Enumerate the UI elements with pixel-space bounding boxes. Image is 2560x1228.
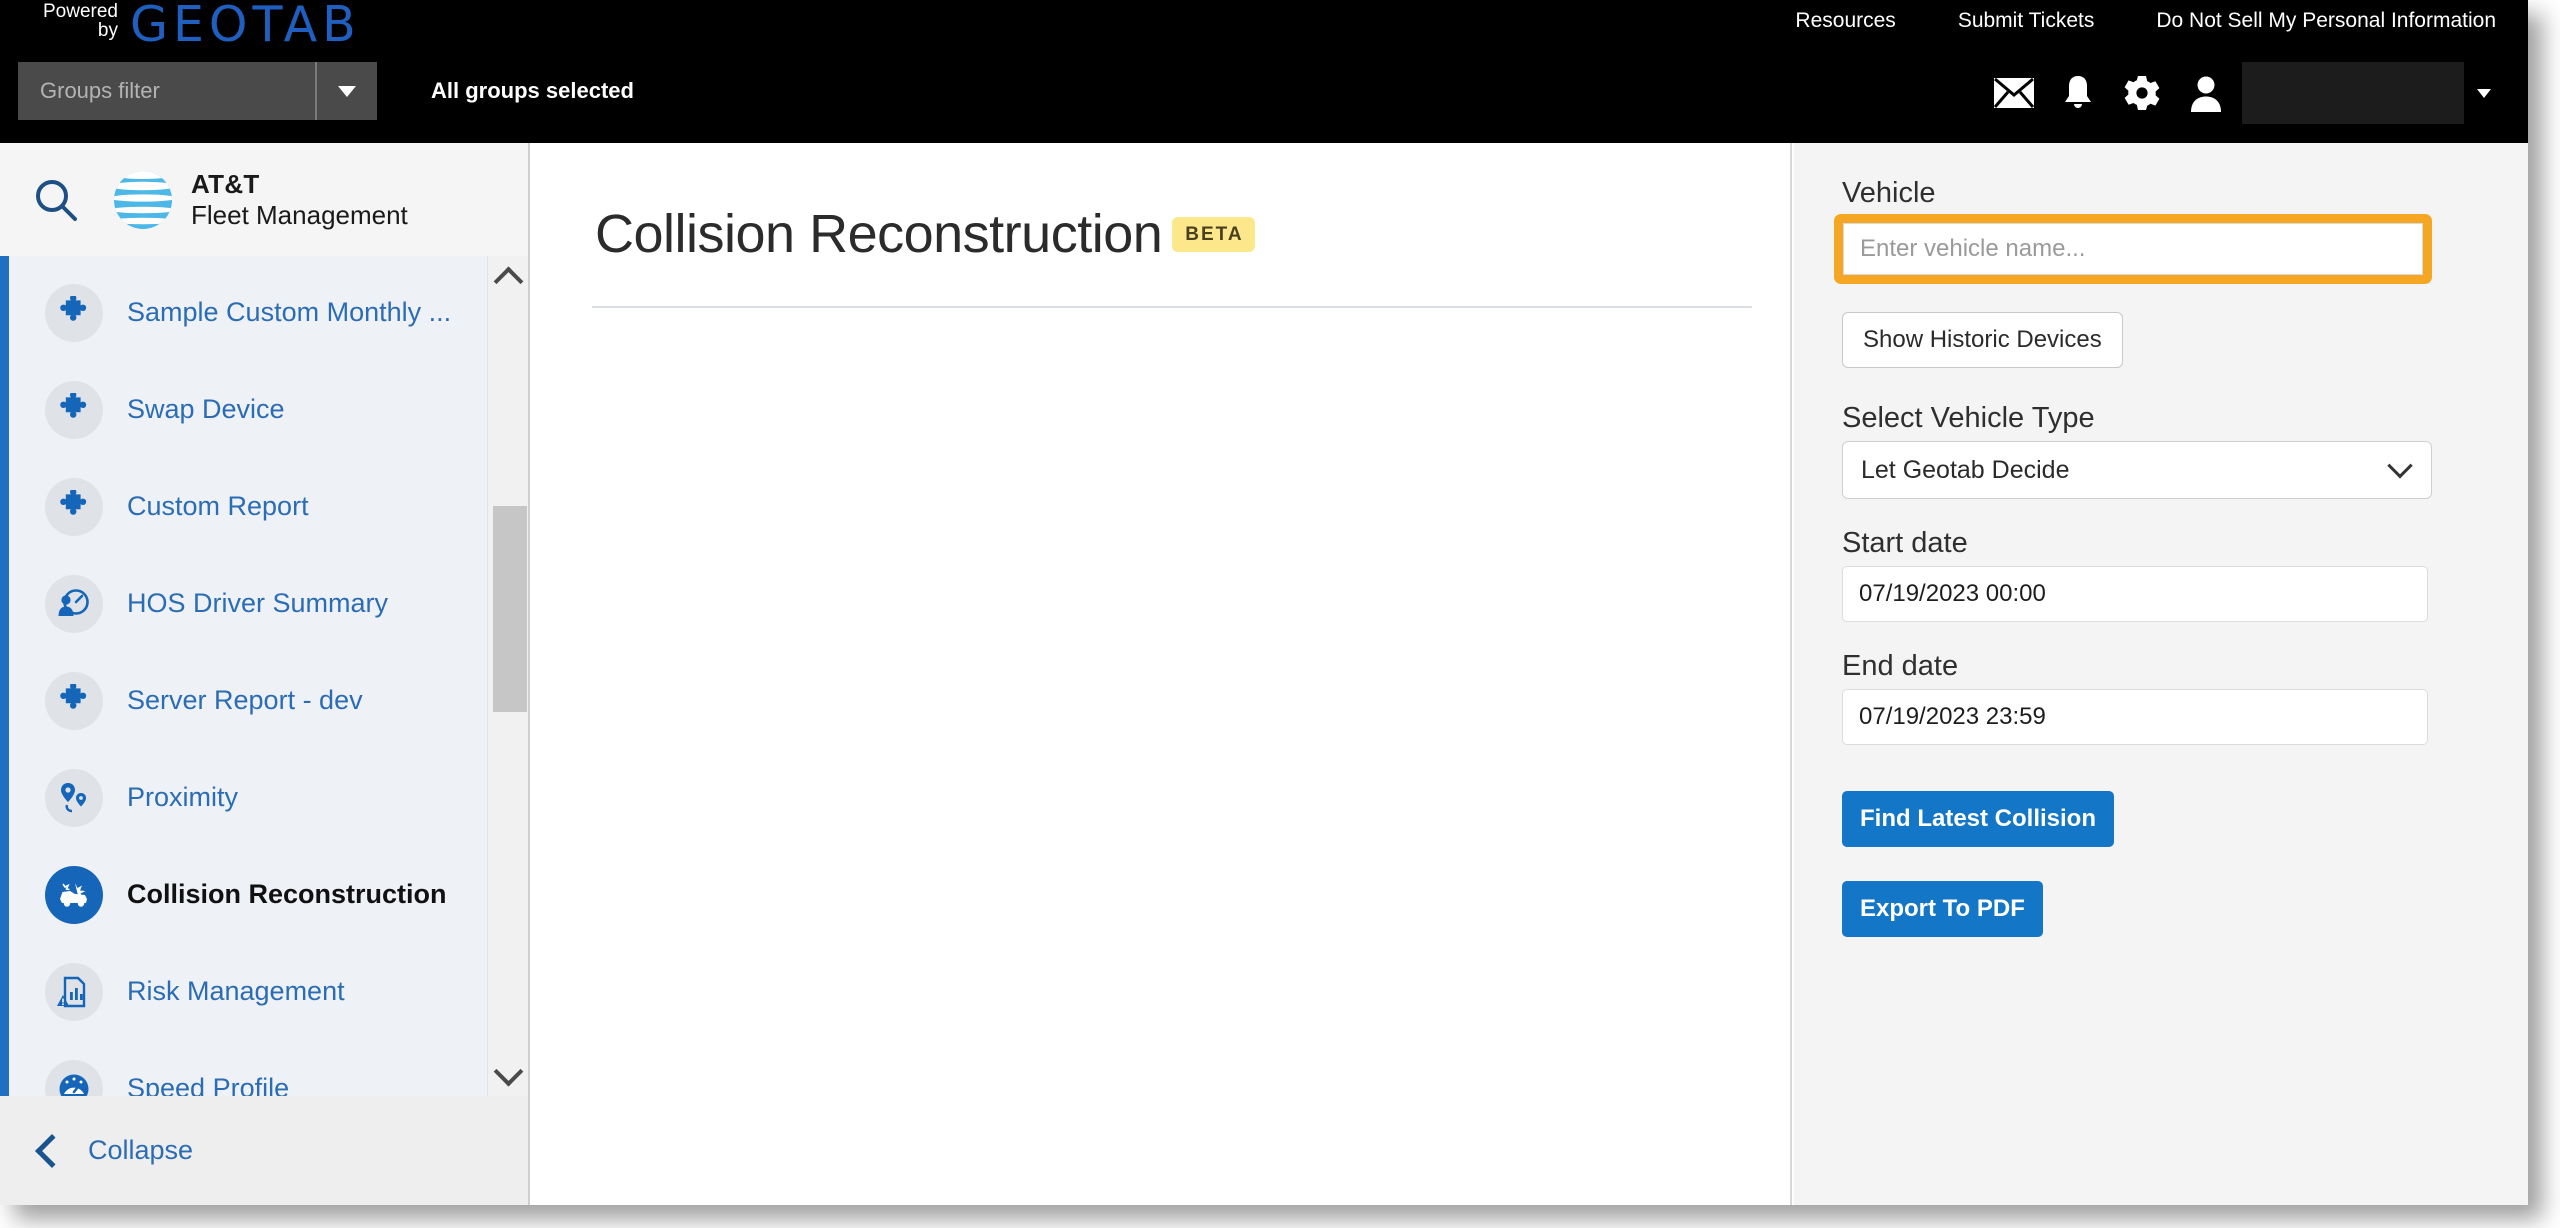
collision-car-icon — [45, 865, 103, 924]
start-date-input[interactable]: 07/19/2023 00:00 — [1842, 566, 2428, 622]
top-nav-links: Resources Submit Tickets Do Not Sell My … — [1795, 9, 2496, 33]
sidebar: AT&T Fleet Management Sample Custom Mont… — [0, 143, 530, 1205]
user-icon[interactable] — [2174, 64, 2238, 122]
sidebar-item-label: Speed Profile — [127, 1073, 290, 1096]
mail-icon[interactable] — [1982, 64, 2046, 122]
main-content: Collision Reconstruction BETA — [530, 143, 1792, 1205]
page-title-row: Collision Reconstruction BETA — [530, 143, 1790, 265]
brand-name: AT&T — [191, 168, 260, 199]
collapse-sidebar-button[interactable]: Collapse — [0, 1096, 528, 1205]
vehicle-type-select[interactable]: Let Geotab Decide — [1842, 441, 2432, 499]
sidebar-item-label: Sample Custom Monthly ... — [127, 297, 452, 327]
sidebar-item-label: Collision Reconstruction — [127, 879, 447, 909]
sidebar-item-speed-profile[interactable]: Speed Profile — [9, 1040, 490, 1096]
search-icon[interactable] — [0, 177, 112, 223]
puzzle-piece-icon — [45, 283, 103, 342]
vehicle-label: Vehicle — [1842, 177, 1936, 209]
scroll-down-arrow-icon[interactable] — [488, 1054, 528, 1094]
sidebar-item-label: Server Report - dev — [127, 685, 363, 715]
end-date-input[interactable]: 07/19/2023 23:59 — [1842, 689, 2428, 745]
sidebar-nav: Sample Custom Monthly ... Swap Device Cu… — [0, 256, 528, 1096]
top-link-resources[interactable]: Resources — [1795, 9, 1895, 33]
att-globe-icon — [114, 170, 172, 229]
proximity-icon — [45, 768, 103, 827]
risk-document-icon — [45, 962, 103, 1021]
chevron-down-icon — [338, 85, 356, 97]
gear-icon[interactable] — [2110, 64, 2174, 122]
user-menu-dropdown-button[interactable] — [2464, 64, 2504, 122]
groups-filter-input[interactable]: Groups filter — [18, 62, 317, 120]
sidebar-item-label: Swap Device — [127, 394, 285, 424]
title-divider — [592, 306, 1752, 308]
top-link-submit-tickets[interactable]: Submit Tickets — [1958, 9, 2095, 33]
chevron-down-icon — [2477, 88, 2491, 98]
top-bar-icons — [1982, 62, 2504, 124]
start-date-label: Start date — [1842, 527, 1968, 559]
powered-by-label: Powered by — [26, 2, 118, 40]
export-to-pdf-button[interactable]: Export To PDF — [1842, 881, 2043, 937]
vehicle-field-highlight: Enter vehicle name... — [1834, 214, 2432, 284]
top-link-do-not-sell[interactable]: Do Not Sell My Personal Information — [2156, 9, 2496, 33]
speedometer-icon — [45, 1059, 103, 1096]
top-bar: Powered by GEOTAB Resources Submit Ticke… — [0, 0, 2528, 143]
puzzle-piece-icon — [45, 671, 103, 730]
groups-filter-dropdown-button[interactable] — [317, 62, 377, 120]
groups-filter[interactable]: Groups filter — [18, 62, 377, 120]
sidebar-item-hos-driver-summary[interactable]: HOS Driver Summary — [9, 555, 490, 652]
scrollbar-thumb[interactable] — [493, 506, 527, 712]
show-historic-devices-button[interactable]: Show Historic Devices — [1842, 312, 2123, 368]
groups-selected-status: All groups selected — [431, 78, 634, 103]
app-window: Powered by GEOTAB Resources Submit Ticke… — [0, 0, 2528, 1205]
puzzle-piece-icon — [45, 380, 103, 439]
sidebar-item-proximity[interactable]: Proximity — [9, 749, 490, 846]
sidebar-item-swap-device[interactable]: Swap Device — [9, 361, 490, 458]
puzzle-piece-icon — [45, 477, 103, 536]
powered-by-line2: by — [97, 20, 118, 41]
vehicle-input[interactable]: Enter vehicle name... — [1843, 223, 2423, 275]
beta-badge: BETA — [1172, 217, 1255, 252]
vehicle-type-label: Select Vehicle Type — [1842, 402, 2095, 434]
collision-search-panel: Vehicle Enter vehicle name... Show Histo… — [1794, 143, 2528, 1205]
geotab-logo: GEOTAB — [130, 0, 361, 53]
sidebar-item-label: Custom Report — [127, 491, 309, 521]
sidebar-item-collision-reconstruction[interactable]: Collision Reconstruction — [9, 846, 490, 943]
user-name-redacted[interactable] — [2242, 62, 2464, 124]
bell-icon[interactable] — [2046, 64, 2110, 122]
chevron-down-icon — [2387, 453, 2413, 479]
sidebar-item-custom-report[interactable]: Custom Report — [9, 458, 490, 555]
find-latest-collision-button[interactable]: Find Latest Collision — [1842, 791, 2115, 847]
brand-subtitle: Fleet Management — [191, 199, 408, 230]
brand-logo: AT&T Fleet Management — [112, 169, 408, 231]
sidebar-nav-list: Sample Custom Monthly ... Swap Device Cu… — [9, 256, 490, 1096]
powered-by-line1: Powered — [43, 1, 118, 22]
vehicle-type-selected-value: Let Geotab Decide — [1861, 455, 2070, 484]
brand-text: AT&T Fleet Management — [191, 169, 408, 231]
sidebar-item-server-report-dev[interactable]: Server Report - dev — [9, 652, 490, 749]
scroll-up-arrow-icon[interactable] — [488, 258, 528, 298]
sidebar-item-label: Proximity — [127, 782, 239, 812]
sidebar-item-label: Risk Management — [127, 976, 345, 1006]
driver-gauge-icon — [45, 574, 103, 633]
collapse-label: Collapse — [88, 1135, 194, 1165]
sidebar-header: AT&T Fleet Management — [0, 143, 528, 256]
end-date-label: End date — [1842, 650, 1959, 682]
sidebar-item-risk-management[interactable]: Risk Management — [9, 943, 490, 1040]
page-title: Collision Reconstruction — [595, 204, 1163, 264]
sidebar-scrollbar[interactable] — [487, 256, 528, 1096]
sidebar-item-sample-custom-monthly[interactable]: Sample Custom Monthly ... — [9, 264, 490, 361]
sidebar-item-label: HOS Driver Summary — [127, 588, 389, 618]
chevron-left-icon — [35, 1133, 69, 1168]
